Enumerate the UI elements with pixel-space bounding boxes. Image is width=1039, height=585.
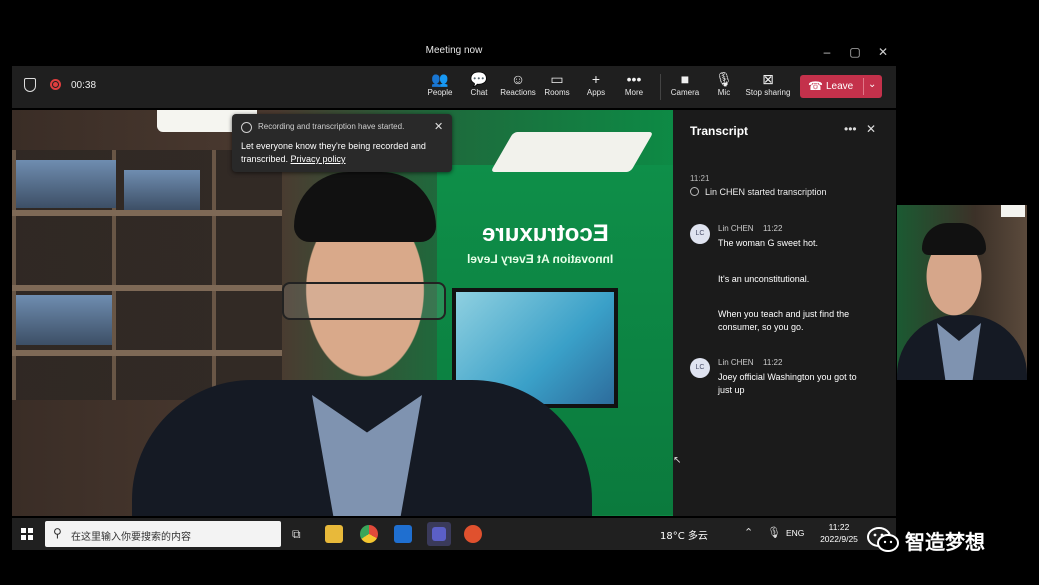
- outlook-icon[interactable]: [394, 525, 412, 543]
- taskbar-search-input[interactable]: ⚲ 在这里输入你要搜索的内容: [45, 521, 281, 547]
- brand-logo: Ecotruxure: [482, 220, 609, 247]
- recording-status-icon: [241, 122, 252, 133]
- chrome-icon[interactable]: [360, 525, 378, 543]
- background-photo: [16, 295, 112, 345]
- meeting-toolbar: 00:38 👥 People 💬 Chat ☺ Reactions ▭ Room…: [12, 66, 896, 108]
- windows-start-icon[interactable]: [21, 528, 33, 540]
- powerpoint-icon[interactable]: [464, 525, 482, 543]
- mouse-cursor-icon: ↖: [673, 455, 682, 466]
- reactions-icon: ☺: [510, 71, 526, 87]
- shelf-row: [12, 210, 282, 216]
- shelf-row: [12, 350, 282, 356]
- search-placeholder: 在这里输入你要搜索的内容: [71, 532, 191, 543]
- background-photo: [16, 160, 116, 208]
- more-button[interactable]: ••• More: [614, 70, 654, 97]
- leave-button[interactable]: ☎ Leave ⌄: [800, 75, 882, 98]
- phone-hangup-icon: ☎: [808, 79, 823, 93]
- people-button[interactable]: 👥 People: [420, 70, 460, 97]
- mic-button[interactable]: 🎙 Mic: [704, 70, 744, 97]
- background-photo: [124, 170, 200, 210]
- wechat-icon: [867, 527, 899, 552]
- chat-icon: 💬: [470, 71, 488, 87]
- share-icon: ⊠: [762, 71, 774, 87]
- message-time: 11:22: [763, 358, 783, 367]
- toolbar-divider: [660, 74, 661, 100]
- minimize-icon[interactable]: –: [818, 43, 836, 61]
- notice-title: Recording and transcription have started…: [258, 122, 405, 131]
- speaker-name: Lin CHEN: [718, 224, 754, 233]
- avatar: LC: [690, 358, 710, 378]
- shield-icon[interactable]: [24, 78, 36, 92]
- rooms-button[interactable]: ▭ Rooms: [537, 70, 577, 97]
- brand-tagline: Innovation At Every Level: [467, 252, 614, 266]
- recording-notice: Recording and transcription have started…: [232, 114, 452, 172]
- teams-icon[interactable]: [427, 522, 451, 546]
- privacy-policy-link[interactable]: Privacy policy: [291, 154, 346, 164]
- notice-body: Let everyone know they're being recorded…: [241, 141, 426, 164]
- ceiling-lamp: [1001, 205, 1025, 217]
- leave-divider: [863, 78, 864, 95]
- window-title: Meeting now: [425, 45, 483, 56]
- more-options-icon[interactable]: •••: [844, 122, 857, 136]
- participant-hair: [922, 223, 986, 255]
- watermark-text: 智造梦想: [905, 530, 985, 554]
- mic-icon: 🎙: [715, 71, 733, 87]
- system-timestamp: 11:21: [690, 174, 710, 183]
- system-message: Lin CHEN started transcription: [705, 187, 827, 197]
- chevron-up-icon[interactable]: ⌃: [744, 526, 753, 539]
- transcript-line: Joey official Washington you got to just…: [718, 372, 857, 395]
- microphone-tray-icon[interactable]: 🎙: [767, 526, 781, 539]
- windows-taskbar: ⚲ 在这里输入你要搜索的内容 ⧉ 18°C 多云 ⌃ 🎙 ENG 11:22 2…: [12, 518, 896, 550]
- chevron-down-icon[interactable]: ⌄: [868, 79, 876, 90]
- rooms-icon: ▭: [550, 71, 564, 87]
- speaker-name: Lin CHEN: [718, 358, 754, 367]
- close-icon[interactable]: ✕: [434, 120, 443, 133]
- recording-status-icon: [690, 187, 699, 196]
- apps-icon: +: [591, 71, 601, 87]
- message-time: 11:22: [763, 224, 783, 233]
- pendant-lamp: [490, 132, 654, 172]
- stop-sharing-button[interactable]: ⊠ Stop sharing: [744, 70, 792, 97]
- people-icon: 👥: [431, 71, 449, 87]
- meeting-timer: 00:38: [71, 80, 97, 91]
- chat-button[interactable]: 💬 Chat: [459, 70, 499, 97]
- transcript-line: When you teach and just find the consume…: [718, 309, 850, 332]
- task-view-icon[interactable]: ⧉: [292, 527, 301, 542]
- self-video-thumbnail[interactable]: [897, 205, 1027, 380]
- camera-icon: ■: [680, 71, 690, 87]
- transcript-line: It's an unconstitutional.: [718, 274, 810, 284]
- panel-title: Transcript: [690, 124, 749, 138]
- presenter-hair: [294, 172, 436, 242]
- apps-button[interactable]: + Apps: [576, 70, 616, 97]
- maximize-icon[interactable]: ▢: [846, 43, 864, 61]
- recording-icon: [50, 79, 61, 90]
- presenter-glasses: [282, 282, 446, 320]
- transcript-line: The woman G sweet hot.: [718, 238, 819, 248]
- shelf-row: [12, 285, 282, 291]
- weather-status[interactable]: 18°C 多云: [660, 527, 708, 542]
- transcript-panel: Transcript ••• ✕ 11:21 Lin CHEN started …: [673, 110, 896, 516]
- camera-button[interactable]: ■ Camera: [665, 70, 705, 97]
- reactions-button[interactable]: ☺ Reactions: [498, 70, 538, 97]
- close-window-icon[interactable]: ✕: [874, 43, 892, 61]
- taskbar-clock[interactable]: 11:22 2022/9/25: [812, 521, 866, 545]
- close-icon[interactable]: ✕: [866, 122, 876, 136]
- more-icon: •••: [626, 71, 642, 87]
- file-explorer-icon[interactable]: [325, 525, 343, 543]
- language-indicator[interactable]: ENG: [786, 528, 804, 538]
- window-title-bar: Meeting now – ▢ ✕: [12, 40, 896, 64]
- search-icon: ⚲: [53, 526, 62, 540]
- avatar: LC: [690, 224, 710, 244]
